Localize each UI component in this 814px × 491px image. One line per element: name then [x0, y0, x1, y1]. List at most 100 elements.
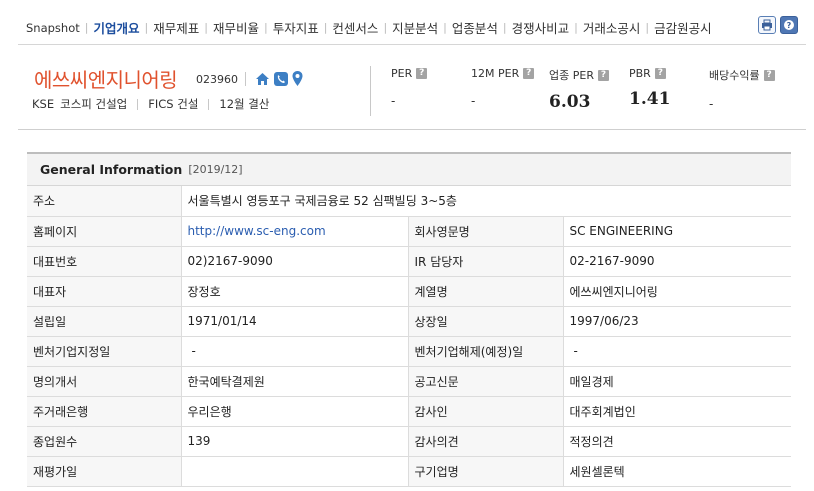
metric-per: PER? - — [391, 67, 428, 108]
field-label: IR 담당자 — [408, 246, 564, 277]
help-button[interactable]: ? — [780, 16, 798, 34]
print-icon — [762, 19, 772, 31]
metric-value: - — [709, 97, 714, 111]
field-value: 장정호 — [181, 276, 409, 307]
map-pin-icon[interactable] — [292, 71, 303, 86]
metric-value: - — [391, 94, 396, 108]
homepage-link[interactable]: http://www.sc-eng.com — [181, 216, 409, 247]
field-label: 대표번호 — [27, 246, 182, 277]
metric-sector-per: 업종 PER? 6.03 — [549, 67, 609, 112]
field-label: 계열명 — [408, 276, 564, 307]
field-label: 대표자 — [27, 276, 182, 307]
metric-value: - — [471, 94, 476, 108]
metric-label: PER — [391, 67, 413, 80]
field-value: 우리은행 — [181, 396, 409, 427]
nav-tab[interactable]: 거래소공시 — [578, 18, 646, 37]
field-value — [181, 456, 409, 487]
nav-tab[interactable]: 컨센서스 — [327, 18, 383, 37]
nav-tab[interactable]: 지분분석 — [387, 18, 443, 37]
nav-tab[interactable]: 기업개요 — [88, 18, 144, 37]
help-icon[interactable]: ? — [763, 69, 775, 81]
metric-label: 배당수익률 — [709, 69, 760, 82]
table-row: 재평가일 구기업명 세원셀론텍 — [27, 456, 792, 487]
metric-value: 6.03 — [549, 92, 591, 112]
field-label: 공고신문 — [408, 366, 564, 397]
metric-dividend-yield: 배당수익률? - — [709, 67, 775, 111]
company-icons — [255, 71, 303, 86]
field-label: 구기업명 — [408, 456, 564, 487]
svg-text:?: ? — [787, 21, 792, 30]
nav-tab[interactable]: 금감원공시 — [649, 18, 717, 37]
stock-code: 023960 — [196, 73, 238, 86]
help-icon[interactable]: ? — [654, 68, 666, 79]
company-meta: KSE 코스피 건설업 FICS 건설 12월 결산 — [32, 96, 269, 112]
metric-12m-per: 12M PER? - — [471, 67, 535, 108]
nav-tab[interactable]: Snapshot — [18, 21, 85, 35]
nav-tab[interactable]: 경쟁사비교 — [507, 18, 575, 37]
field-label: 주거래은행 — [27, 396, 182, 427]
metric-value: 1.41 — [629, 89, 671, 109]
help-icon[interactable]: ? — [523, 68, 535, 79]
field-value: 1971/01/14 — [181, 306, 409, 337]
field-value: 세원셀론텍 — [563, 456, 792, 487]
metric-label: 업종 PER — [549, 69, 594, 82]
field-label: 회사영문명 — [408, 216, 564, 247]
nav-tab[interactable]: 재무제표 — [148, 18, 204, 37]
nav-tabs: Snapshot | 기업개요 | 재무제표 | 재무비율 | 투자지표 | 컨센서스 | 지분분석 | 업… — [18, 18, 717, 37]
field-label: 주소 — [27, 186, 182, 217]
field-value: 02)2167-9090 — [181, 246, 409, 277]
nav-tab[interactable]: 재무비율 — [208, 18, 264, 37]
fics-sector: FICS 건설 — [148, 97, 199, 111]
help-icon: ? — [784, 20, 794, 30]
help-icon[interactable]: ? — [416, 68, 428, 79]
section-title: General Information — [40, 162, 183, 177]
field-label: 명의개서 — [27, 366, 182, 397]
field-value: 한국예탁결제원 — [181, 366, 409, 397]
metric-pbr: PBR? 1.41 — [629, 67, 670, 109]
info-table: 주소 서울특별시 영등포구 국제금융로 52 심팩빌딩 3~5층 홈페이지 htt… — [27, 186, 792, 487]
metric-label: PBR — [629, 67, 651, 80]
table-row: 설립일 1971/01/14 상장일 1997/06/23 — [27, 306, 792, 337]
table-row: 명의개서 한국예탁결제원 공고신문 매일경제 — [27, 366, 792, 397]
table-row: 벤처기업지정일 - 벤처기업해제(예정)일 - — [27, 336, 792, 367]
table-row: 대표자 장정호 계열명 에쓰씨엔지니어링 — [27, 276, 792, 307]
section-date: [2019/12] — [188, 163, 243, 176]
field-value: - — [563, 336, 792, 367]
phone-icon[interactable] — [274, 71, 288, 86]
field-label: 재평가일 — [27, 456, 182, 487]
table-row: 주거래은행 우리은행 감사인 대주회계법인 — [27, 396, 792, 427]
field-value: 1997/06/23 — [563, 306, 792, 337]
print-button[interactable] — [758, 16, 776, 34]
table-row: 홈페이지 http://www.sc-eng.com 회사영문명 SC ENGINEE… — [27, 216, 792, 247]
nav-tab[interactable]: 투자지표 — [268, 18, 324, 37]
field-label: 감사의견 — [408, 426, 564, 457]
table-row: 대표번호 02)2167-9090 IR 담당자 02-2167-9090 — [27, 246, 792, 277]
market-sector: 코스피 건설업 — [60, 97, 128, 111]
company-header: 에쓰씨엔지니어링 023960 KSE 코스피 건설업 FICS 건설 12월 … — [18, 58, 806, 130]
field-label: 홈페이지 — [27, 216, 182, 247]
field-label: 벤처기업해제(예정)일 — [408, 336, 564, 367]
field-value: 139 — [181, 426, 409, 457]
field-label: 벤처기업지정일 — [27, 336, 182, 367]
field-value: 적정의견 — [563, 426, 792, 457]
settlement-month: 12월 결산 — [219, 97, 270, 111]
field-label: 설립일 — [27, 306, 182, 337]
field-value: SC ENGINEERING — [563, 216, 792, 247]
market: KSE — [32, 97, 55, 111]
field-label: 상장일 — [408, 306, 564, 337]
address-value: 서울특별시 영등포구 국제금융로 52 심팩빌딩 3~5층 — [181, 186, 792, 217]
home-icon[interactable] — [255, 72, 270, 86]
top-navigation: Snapshot | 기업개요 | 재무제표 | 재무비율 | 투자지표 | 컨센서스 | 지분분석 | 업… — [18, 12, 806, 45]
field-value: 매일경제 — [563, 366, 792, 397]
field-value: 대주회계법인 — [563, 396, 792, 427]
company-name: 에쓰씨엔지니어링 — [34, 68, 178, 92]
nav-tab[interactable]: 업종분석 — [447, 18, 503, 37]
table-row: 종업원수 139 감사의견 적정의견 — [27, 426, 792, 457]
table-row: 주소 서울특별시 영등포구 국제금융로 52 심팩빌딩 3~5층 — [27, 186, 792, 217]
field-value: - — [181, 336, 409, 367]
field-value: 에쓰씨엔지니어링 — [563, 276, 792, 307]
nav-tools: ? — [758, 16, 798, 34]
metric-label: 12M PER — [471, 67, 520, 80]
help-icon[interactable]: ? — [597, 69, 609, 81]
general-information: General Information [2019/12] 주소 서울특별시 영… — [27, 152, 792, 487]
